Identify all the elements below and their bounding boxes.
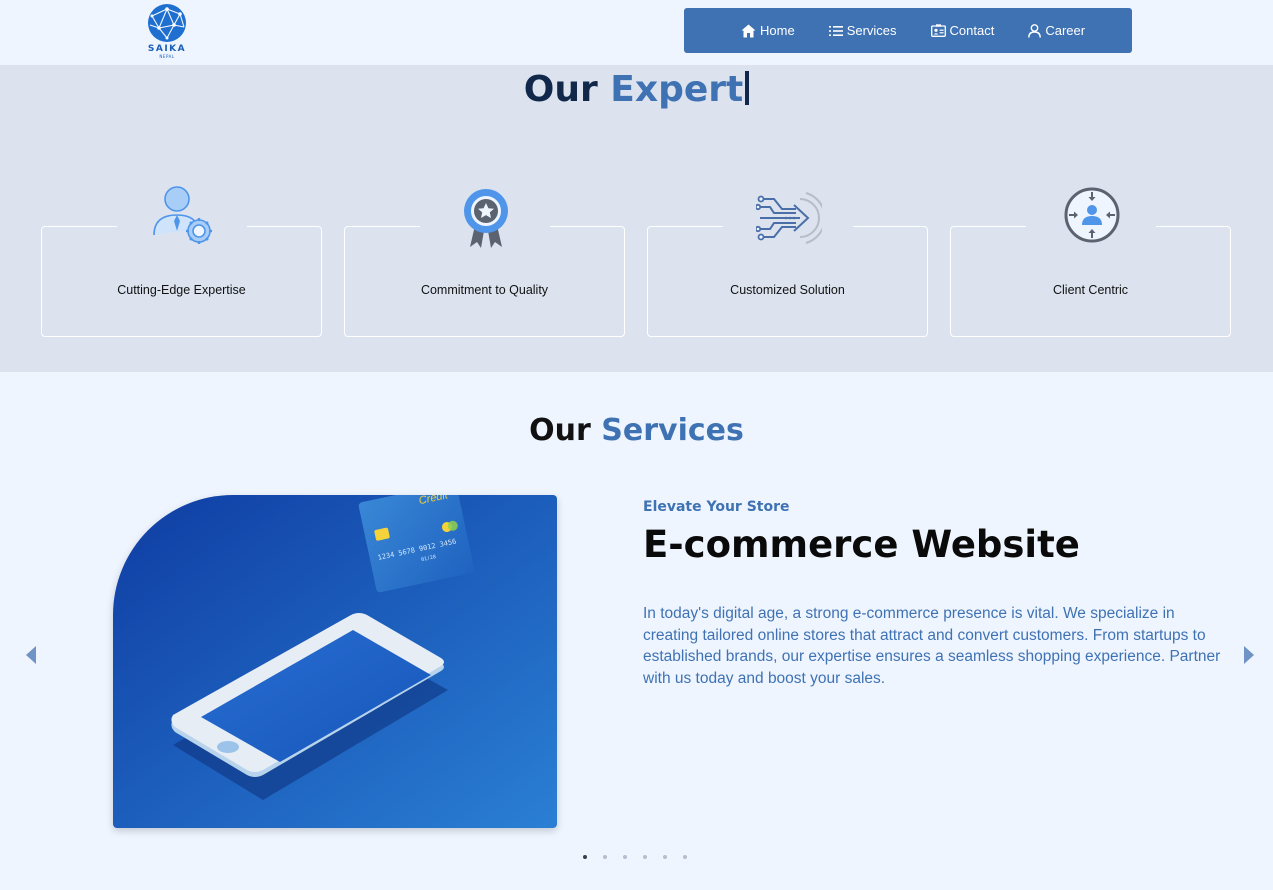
carousel-dot[interactable] (603, 855, 607, 859)
user-icon (1028, 23, 1042, 38)
brand-logo[interactable]: SAIKA NEPAL (146, 3, 188, 59)
expert-card-cutting-edge: Cutting-Edge Expertise (41, 186, 322, 337)
brand-name: SAIKA (147, 44, 187, 54)
carousel-dot[interactable] (683, 855, 687, 859)
typing-cursor (745, 71, 750, 105)
nav-label-home: Home (760, 23, 795, 38)
nav-item-career[interactable]: Career (1028, 23, 1085, 38)
expert-card-label: Commitment to Quality (420, 283, 549, 297)
expert-card-label: Customized Solution (730, 283, 845, 297)
carousel-dot[interactable] (643, 855, 647, 859)
carousel-dot[interactable] (583, 855, 587, 859)
nav-item-services[interactable]: Services (828, 23, 897, 38)
expert-card-client: Client Centric (950, 187, 1231, 337)
expert-title-accent: Expert (610, 69, 744, 110)
services-title: Our Services (0, 413, 1273, 448)
carousel-pagination (583, 855, 687, 859)
globe-logo-icon (148, 4, 186, 42)
slide-description: In today's digital age, a strong e-comme… (643, 605, 1221, 687)
expert-card-label: Cutting-Edge Expertise (117, 283, 246, 297)
expert-badge-icon (153, 186, 212, 244)
main-navigation: Home Services Contact Career (684, 8, 1132, 53)
award-ribbon-icon (464, 189, 508, 248)
brand-tagline: NEPAL (159, 54, 175, 59)
carousel-next-arrow-icon[interactable] (1242, 645, 1256, 665)
contact-card-icon (930, 24, 946, 37)
client-focus-icon (1064, 187, 1120, 243)
carousel-dot[interactable] (623, 855, 627, 859)
expert-title: Our Expert (0, 69, 1273, 110)
carousel-dot[interactable] (663, 855, 667, 859)
site-header: SAIKA NEPAL Home Services Contact Career (0, 0, 1273, 65)
nav-item-home[interactable]: Home (741, 23, 795, 38)
nav-label-contact: Contact (949, 23, 995, 38)
home-icon (741, 24, 756, 37)
nav-label-career: Career (1045, 23, 1086, 38)
services-title-prefix: Our (529, 413, 591, 448)
expert-card-quality: Commitment to Quality (344, 189, 625, 337)
expert-card-customized: Customized Solution (647, 192, 928, 337)
expert-card-label: Client Centric (1052, 283, 1129, 297)
services-title-accent: Services (601, 413, 744, 448)
slide-subtitle: Elevate Your Store (643, 499, 790, 515)
slide-heading: E-commerce Website (643, 523, 1080, 566)
expert-title-prefix: Our (523, 69, 598, 110)
expert-section: Our Expert Cutting-Edge Expertise Commit… (0, 65, 1273, 372)
nav-label-services: Services (846, 23, 897, 38)
circuit-arrow-icon (756, 192, 822, 244)
ecommerce-illustration: Credit 1234 5678 9012 3456 01/28 (113, 495, 557, 828)
list-icon (828, 25, 843, 36)
nav-item-contact[interactable]: Contact (930, 23, 995, 38)
carousel-prev-arrow-icon[interactable] (24, 645, 38, 665)
